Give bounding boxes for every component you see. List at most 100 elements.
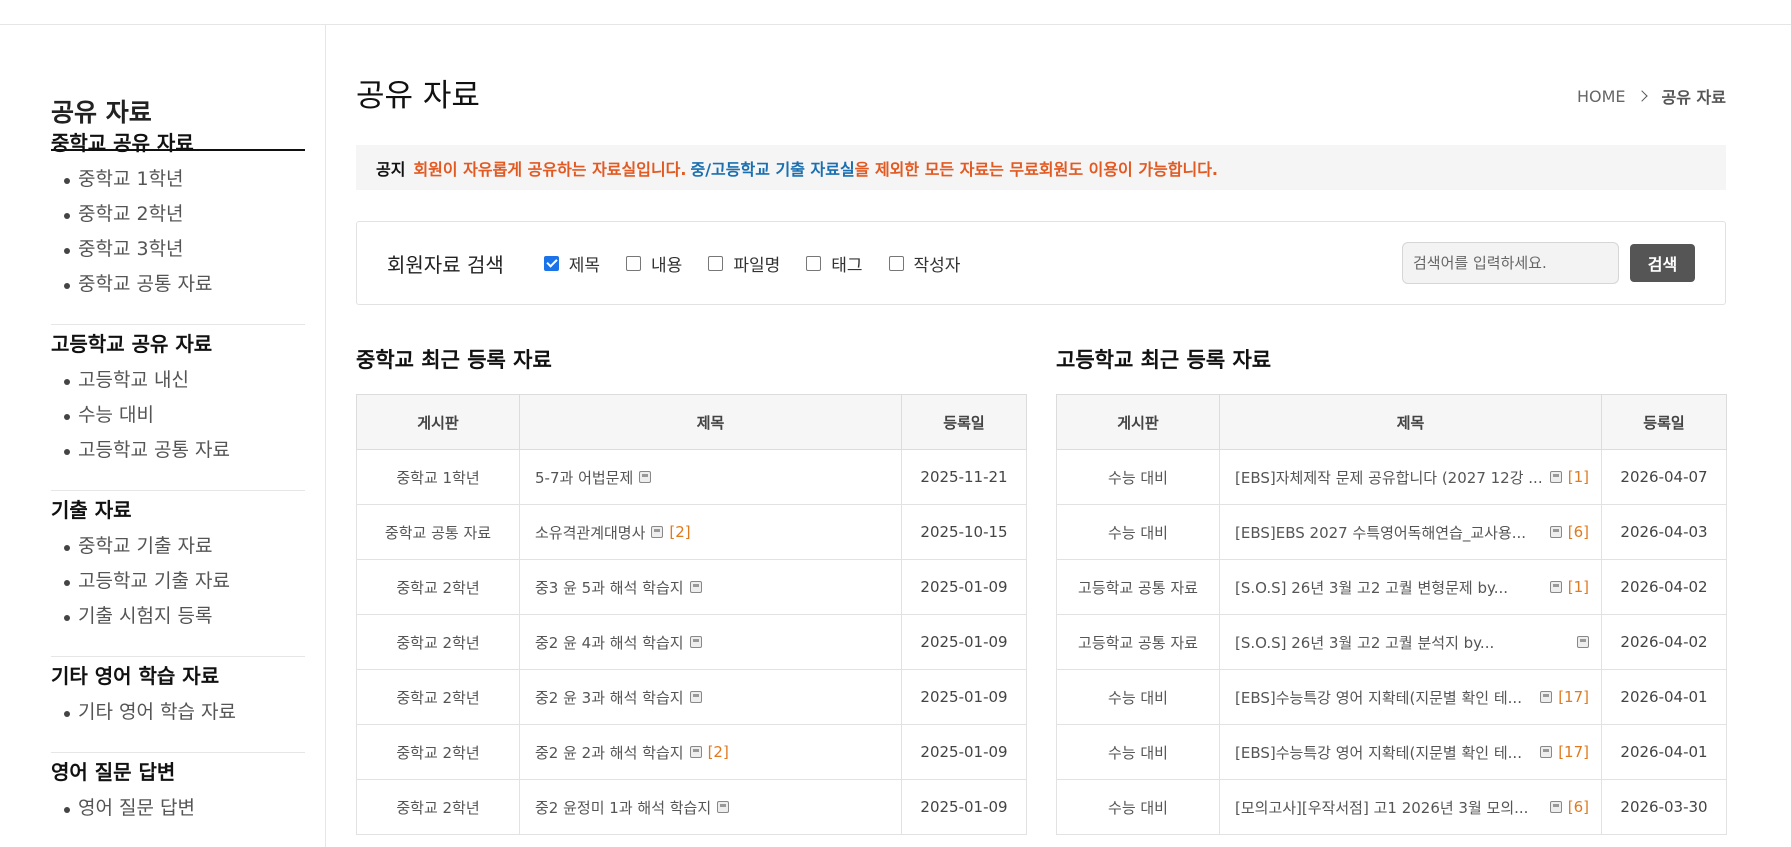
sidebar-item[interactable]: 고등학교 기출 자료 [51, 564, 305, 599]
sidebar-group-heading[interactable]: 기타 영어 학습 자료 [51, 657, 305, 695]
row-title-wrap[interactable]: [EBS]자체제작 문제 공유합니다 (2027 12강 ... [1] [1235, 467, 1589, 488]
row-title-link[interactable]: 5-7과 어법문제 [535, 467, 633, 488]
row-board[interactable]: 수능 대비 [1056, 504, 1220, 560]
row-title-wrap[interactable]: 중2 윤 2과 해석 학습지 [2] [535, 742, 889, 763]
table-row[interactable]: 중학교 2학년 중2 윤 4과 해석 학습지 2025-01-09 [356, 614, 1027, 670]
row-title-cell[interactable]: 소유격관계대명사 [2] [519, 504, 902, 560]
row-title-link[interactable]: 중2 윤 2과 해석 학습지 [535, 742, 684, 763]
row-board[interactable]: 수능 대비 [1056, 724, 1220, 780]
row-board[interactable]: 중학교 2학년 [356, 669, 520, 725]
sidebar-item[interactable]: 기출 시험지 등록 [51, 599, 305, 634]
row-title-wrap[interactable]: 5-7과 어법문제 [535, 467, 889, 488]
row-board[interactable]: 중학교 공통 자료 [356, 504, 520, 560]
search-option-checkbox[interactable]: 내용 [626, 251, 682, 276]
row-title-wrap[interactable]: [S.O.S] 26년 3월 고2 고퀄 분석지 by... [1235, 632, 1589, 653]
row-board[interactable]: 고등학교 공통 자료 [1056, 614, 1220, 670]
search-option-checkbox[interactable]: 제목 [543, 251, 600, 276]
checkbox-empty-icon[interactable] [626, 255, 642, 271]
row-title-link[interactable]: 소유격관계대명사 [535, 522, 645, 543]
row-title-wrap[interactable]: [EBS]수능특강 영어 지확테(지문별 확인 테... [17] [1235, 687, 1589, 708]
search-input[interactable] [1402, 242, 1619, 284]
row-board[interactable]: 중학교 1학년 [356, 449, 520, 505]
row-title-cell[interactable]: [EBS]수능특강 영어 지확테(지문별 확인 테... [17] [1219, 669, 1602, 725]
checkbox-empty-icon[interactable] [806, 255, 822, 271]
row-title-link[interactable]: [S.O.S] 26년 3월 고2 고퀄 변형문제 by... [1235, 577, 1508, 598]
row-title-cell[interactable]: 중2 윤 4과 해석 학습지 [519, 614, 902, 670]
checkbox-checked-icon[interactable] [543, 255, 559, 271]
row-title-link[interactable]: 중2 윤 3과 해석 학습지 [535, 687, 684, 708]
row-board[interactable]: 수능 대비 [1056, 449, 1220, 505]
sidebar-item[interactable]: 중학교 1학년 [51, 162, 305, 197]
row-board[interactable]: 중학교 2학년 [356, 779, 520, 835]
row-title-cell[interactable]: 중2 윤 2과 해석 학습지 [2] [519, 724, 902, 780]
row-title-link[interactable]: [EBS]자체제작 문제 공유합니다 (2027 12강 ... [1235, 467, 1543, 488]
table-row[interactable]: 수능 대비 [모의고사][우작서점] 고1 2026년 3월 모의... [6] 20… [1056, 779, 1727, 835]
sidebar-item[interactable]: 중학교 3학년 [51, 232, 305, 267]
row-title-cell[interactable]: [S.O.S] 26년 3월 고2 고퀄 분석지 by... [1219, 614, 1602, 670]
row-title-wrap[interactable]: 중2 윤 4과 해석 학습지 [535, 632, 889, 653]
row-title-wrap[interactable]: [모의고사][우작서점] 고1 2026년 3월 모의... [6] [1235, 797, 1589, 818]
breadcrumb-home[interactable]: HOME [1577, 87, 1626, 106]
row-title-link[interactable]: [모의고사][우작서점] 고1 2026년 3월 모의... [1235, 797, 1528, 818]
row-title-wrap[interactable]: [S.O.S] 26년 3월 고2 고퀄 변형문제 by... [1] [1235, 577, 1589, 598]
row-board[interactable]: 중학교 2학년 [356, 724, 520, 780]
row-title-cell[interactable]: 중3 윤 5과 해석 학습지 [519, 559, 902, 615]
row-title-cell[interactable]: 5-7과 어법문제 [519, 449, 902, 505]
table-row[interactable]: 중학교 2학년 중2 윤 2과 해석 학습지 [2] 2025-01-09 [356, 724, 1027, 780]
row-title-cell[interactable]: 중2 윤정미 1과 해석 학습지 [519, 779, 902, 835]
row-title-cell[interactable]: [EBS]자체제작 문제 공유합니다 (2027 12강 ... [1] [1219, 449, 1602, 505]
row-title-wrap[interactable]: 소유격관계대명사 [2] [535, 522, 889, 543]
table-row[interactable]: 수능 대비 [EBS]EBS 2027 수특영어독해연습_교사용... [6] 202… [1056, 504, 1727, 560]
table-row[interactable]: 고등학교 공통 자료 [S.O.S] 26년 3월 고2 고퀄 변형문제 by..… [1056, 559, 1727, 615]
row-title-wrap[interactable]: 중2 윤 3과 해석 학습지 [535, 687, 889, 708]
checkbox-empty-icon[interactable] [708, 255, 724, 271]
breadcrumb-current[interactable]: 공유 자료 [1662, 84, 1726, 108]
row-title-cell[interactable]: [EBS]수능특강 영어 지확테(지문별 확인 테... [17] [1219, 724, 1602, 780]
row-title-link[interactable]: 중2 윤 4과 해석 학습지 [535, 632, 684, 653]
table-row[interactable]: 수능 대비 [EBS]수능특강 영어 지확테(지문별 확인 테... [17] 202… [1056, 724, 1727, 780]
sidebar-item[interactable]: 수능 대비 [51, 398, 305, 433]
sidebar-item[interactable]: 고등학교 공통 자료 [51, 433, 305, 468]
sidebar-item[interactable]: 중학교 공통 자료 [51, 267, 305, 302]
table-row[interactable]: 수능 대비 [EBS]수능특강 영어 지확테(지문별 확인 테... [17] 202… [1056, 669, 1727, 725]
table-row[interactable]: 중학교 2학년 중2 윤 3과 해석 학습지 2025-01-09 [356, 669, 1027, 725]
sidebar-group-heading[interactable]: 고등학교 공유 자료 [51, 325, 305, 363]
row-title-link[interactable]: [EBS]수능특강 영어 지확테(지문별 확인 테... [1235, 687, 1522, 708]
row-title-cell[interactable]: [모의고사][우작서점] 고1 2026년 3월 모의... [6] [1219, 779, 1602, 835]
row-title-link[interactable]: 중2 윤정미 1과 해석 학습지 [535, 797, 711, 818]
row-title-link[interactable]: 중3 윤 5과 해석 학습지 [535, 577, 684, 598]
search-option-checkbox[interactable]: 태그 [806, 251, 863, 276]
search-button[interactable]: 검색 [1630, 244, 1695, 282]
row-board[interactable]: 고등학교 공통 자료 [1056, 559, 1220, 615]
table-row[interactable]: 수능 대비 [EBS]자체제작 문제 공유합니다 (2027 12강 ... [1]… [1056, 449, 1727, 505]
row-title-wrap[interactable]: [EBS]EBS 2027 수특영어독해연습_교사용... [6] [1235, 522, 1589, 543]
row-title-cell[interactable]: 중2 윤 3과 해석 학습지 [519, 669, 902, 725]
table-row[interactable]: 중학교 2학년 중2 윤정미 1과 해석 학습지 2025-01-09 [356, 779, 1027, 835]
sidebar-group-heading[interactable]: 중학교 공유 자료 [51, 124, 305, 162]
sidebar-group-heading[interactable]: 기출 자료 [51, 491, 305, 529]
sidebar-item[interactable]: 중학교 기출 자료 [51, 529, 305, 564]
row-title-wrap[interactable]: 중3 윤 5과 해석 학습지 [535, 577, 889, 598]
row-title-cell[interactable]: [EBS]EBS 2027 수특영어독해연습_교사용... [6] [1219, 504, 1602, 560]
notice-link-exam[interactable]: 중/고등학교 기출 자료실 [690, 156, 854, 180]
row-title-wrap[interactable]: [EBS]수능특강 영어 지확테(지문별 확인 테... [17] [1235, 742, 1589, 763]
search-option-checkbox[interactable]: 작성자 [888, 251, 960, 276]
row-board[interactable]: 수능 대비 [1056, 669, 1220, 725]
row-board[interactable]: 수능 대비 [1056, 779, 1220, 835]
table-row[interactable]: 중학교 2학년 중3 윤 5과 해석 학습지 2025-01-09 [356, 559, 1027, 615]
search-option-checkbox[interactable]: 파일명 [708, 251, 780, 276]
row-title-link[interactable]: [EBS]수능특강 영어 지확테(지문별 확인 테... [1235, 742, 1522, 763]
row-title-link[interactable]: [EBS]EBS 2027 수특영어독해연습_교사용... [1235, 522, 1526, 543]
sidebar-item[interactable]: 고등학교 내신 [51, 363, 305, 398]
table-row[interactable]: 중학교 공통 자료 소유격관계대명사 [2] 2025-10-15 [356, 504, 1027, 560]
sidebar-item[interactable]: 영어 질문 답변 [51, 791, 305, 826]
checkbox-empty-icon[interactable] [888, 255, 904, 271]
sidebar-item[interactable]: 기타 영어 학습 자료 [51, 695, 305, 730]
sidebar-group-heading[interactable]: 영어 질문 답변 [51, 753, 305, 791]
row-title-wrap[interactable]: 중2 윤정미 1과 해석 학습지 [535, 797, 889, 818]
sidebar-item[interactable]: 중학교 2학년 [51, 197, 305, 232]
row-title-link[interactable]: [S.O.S] 26년 3월 고2 고퀄 분석지 by... [1235, 632, 1494, 653]
table-row[interactable]: 중학교 1학년 5-7과 어법문제 2025-11-21 [356, 449, 1027, 505]
row-title-cell[interactable]: [S.O.S] 26년 3월 고2 고퀄 변형문제 by... [1] [1219, 559, 1602, 615]
row-board[interactable]: 중학교 2학년 [356, 614, 520, 670]
